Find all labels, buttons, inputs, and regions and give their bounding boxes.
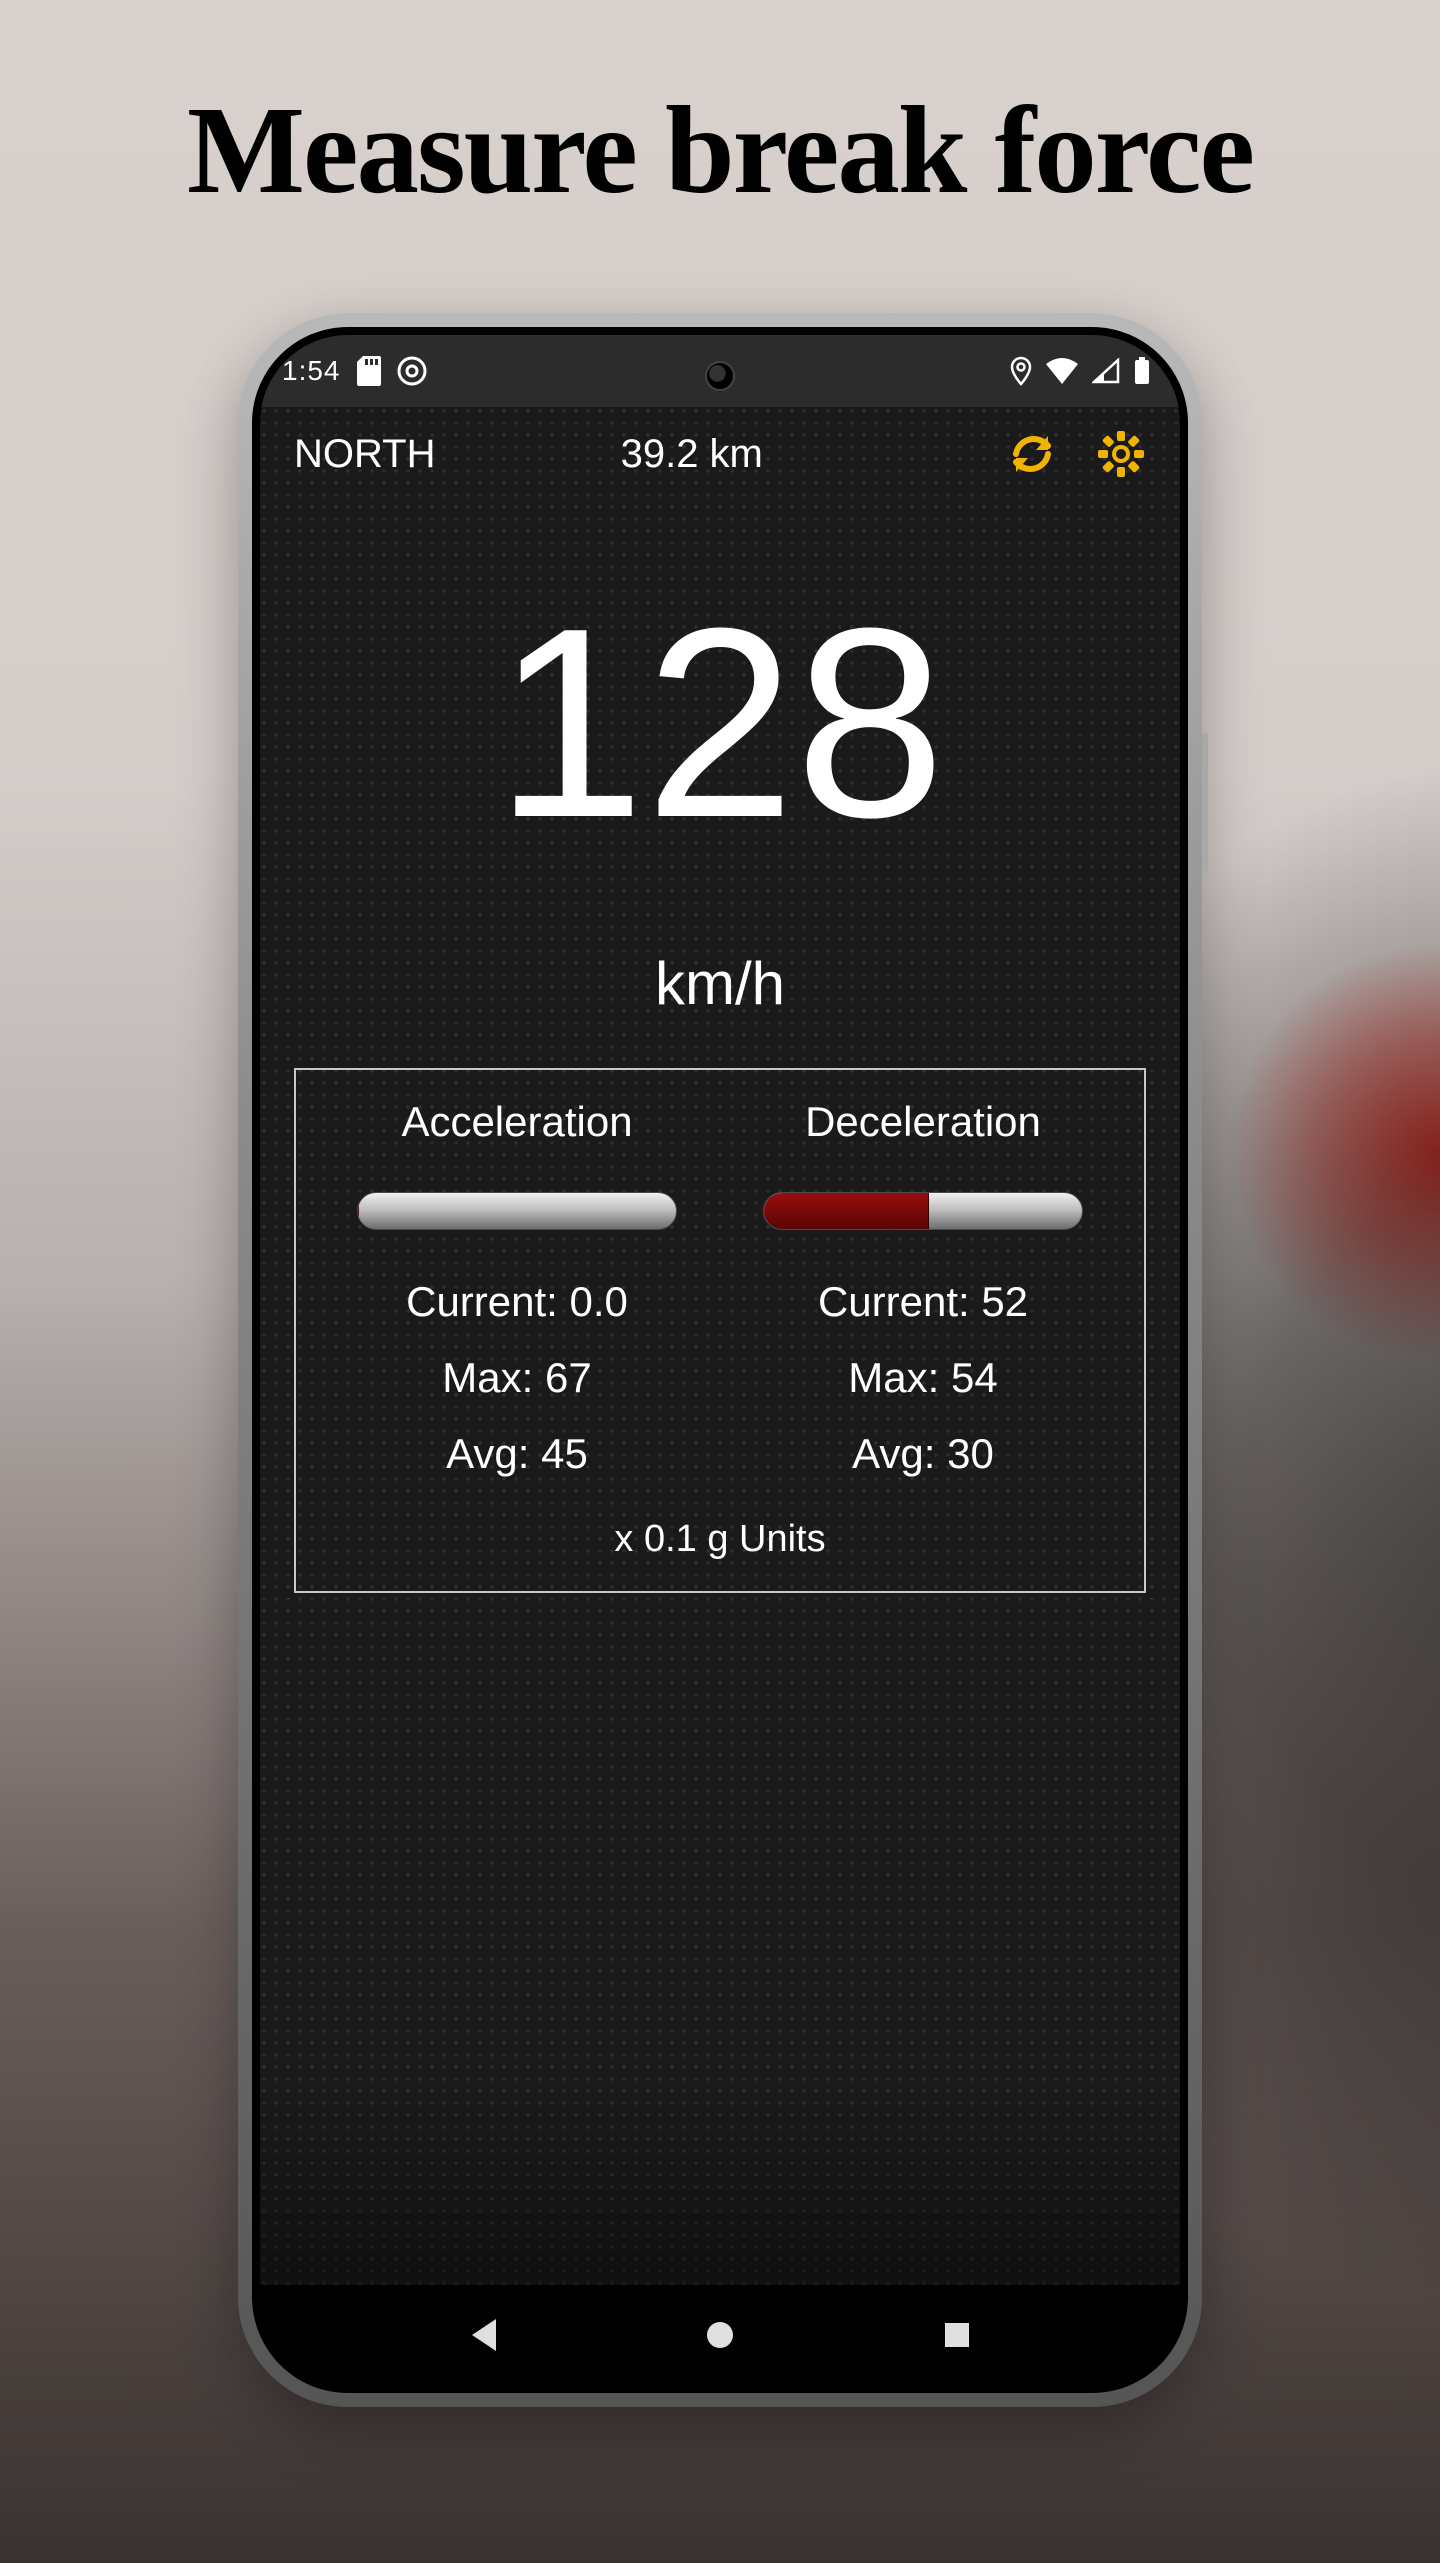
deceleration-title: Deceleration (805, 1098, 1041, 1146)
nav-recent-icon[interactable] (945, 2323, 969, 2347)
metrics-units-note: x 0.1 g Units (314, 1518, 1126, 1561)
speed-value: 128 (260, 589, 1180, 859)
sd-card-icon (357, 356, 381, 386)
deceleration-avg: Avg: 30 (852, 1430, 994, 1478)
acceleration-column: Acceleration Current: 0.0 Max: 67 (314, 1098, 720, 1478)
metrics-panel: Acceleration Current: 0.0 Max: 67 (294, 1068, 1146, 1593)
rotation-lock-icon (397, 356, 427, 386)
direction-label: NORTH (294, 432, 435, 477)
deceleration-bar-fill (764, 1193, 929, 1229)
settings-icon[interactable] (1096, 429, 1146, 479)
deceleration-column: Deceleration Current: 52 Max: 54 (720, 1098, 1126, 1478)
android-nav-bar (260, 2285, 1180, 2385)
speed-display: 128 km/h (260, 589, 1180, 1018)
status-time: 1:54 (282, 355, 341, 387)
acceleration-avg: Avg: 45 (446, 1430, 588, 1478)
acceleration-bar-fill (358, 1193, 359, 1229)
nav-home-icon[interactable] (707, 2322, 733, 2348)
page-title: Measure break force (0, 0, 1440, 223)
acceleration-current: Current: 0.0 (406, 1278, 628, 1326)
acceleration-bar (357, 1192, 677, 1230)
acceleration-title: Acceleration (401, 1098, 632, 1146)
speed-unit: km/h (260, 949, 1180, 1018)
camera-punchhole (705, 361, 735, 391)
deceleration-current: Current: 52 (818, 1278, 1028, 1326)
deceleration-max: Max: 54 (848, 1354, 997, 1402)
phone-side-button (1202, 733, 1208, 873)
deceleration-bar (763, 1192, 1083, 1230)
acceleration-max: Max: 67 (442, 1354, 591, 1402)
wifi-icon (1046, 358, 1078, 384)
location-icon (1010, 356, 1032, 386)
app-screen: 1:54 (260, 335, 1180, 2385)
distance-value: 39.2 km (621, 432, 763, 477)
signal-icon (1092, 358, 1120, 384)
refresh-icon[interactable] (1008, 430, 1056, 478)
battery-icon (1134, 357, 1150, 385)
app-header: NORTH 39.2 km (260, 407, 1180, 489)
phone-mock: 1:54 (238, 313, 1202, 2407)
nav-back-icon[interactable] (472, 2319, 496, 2351)
